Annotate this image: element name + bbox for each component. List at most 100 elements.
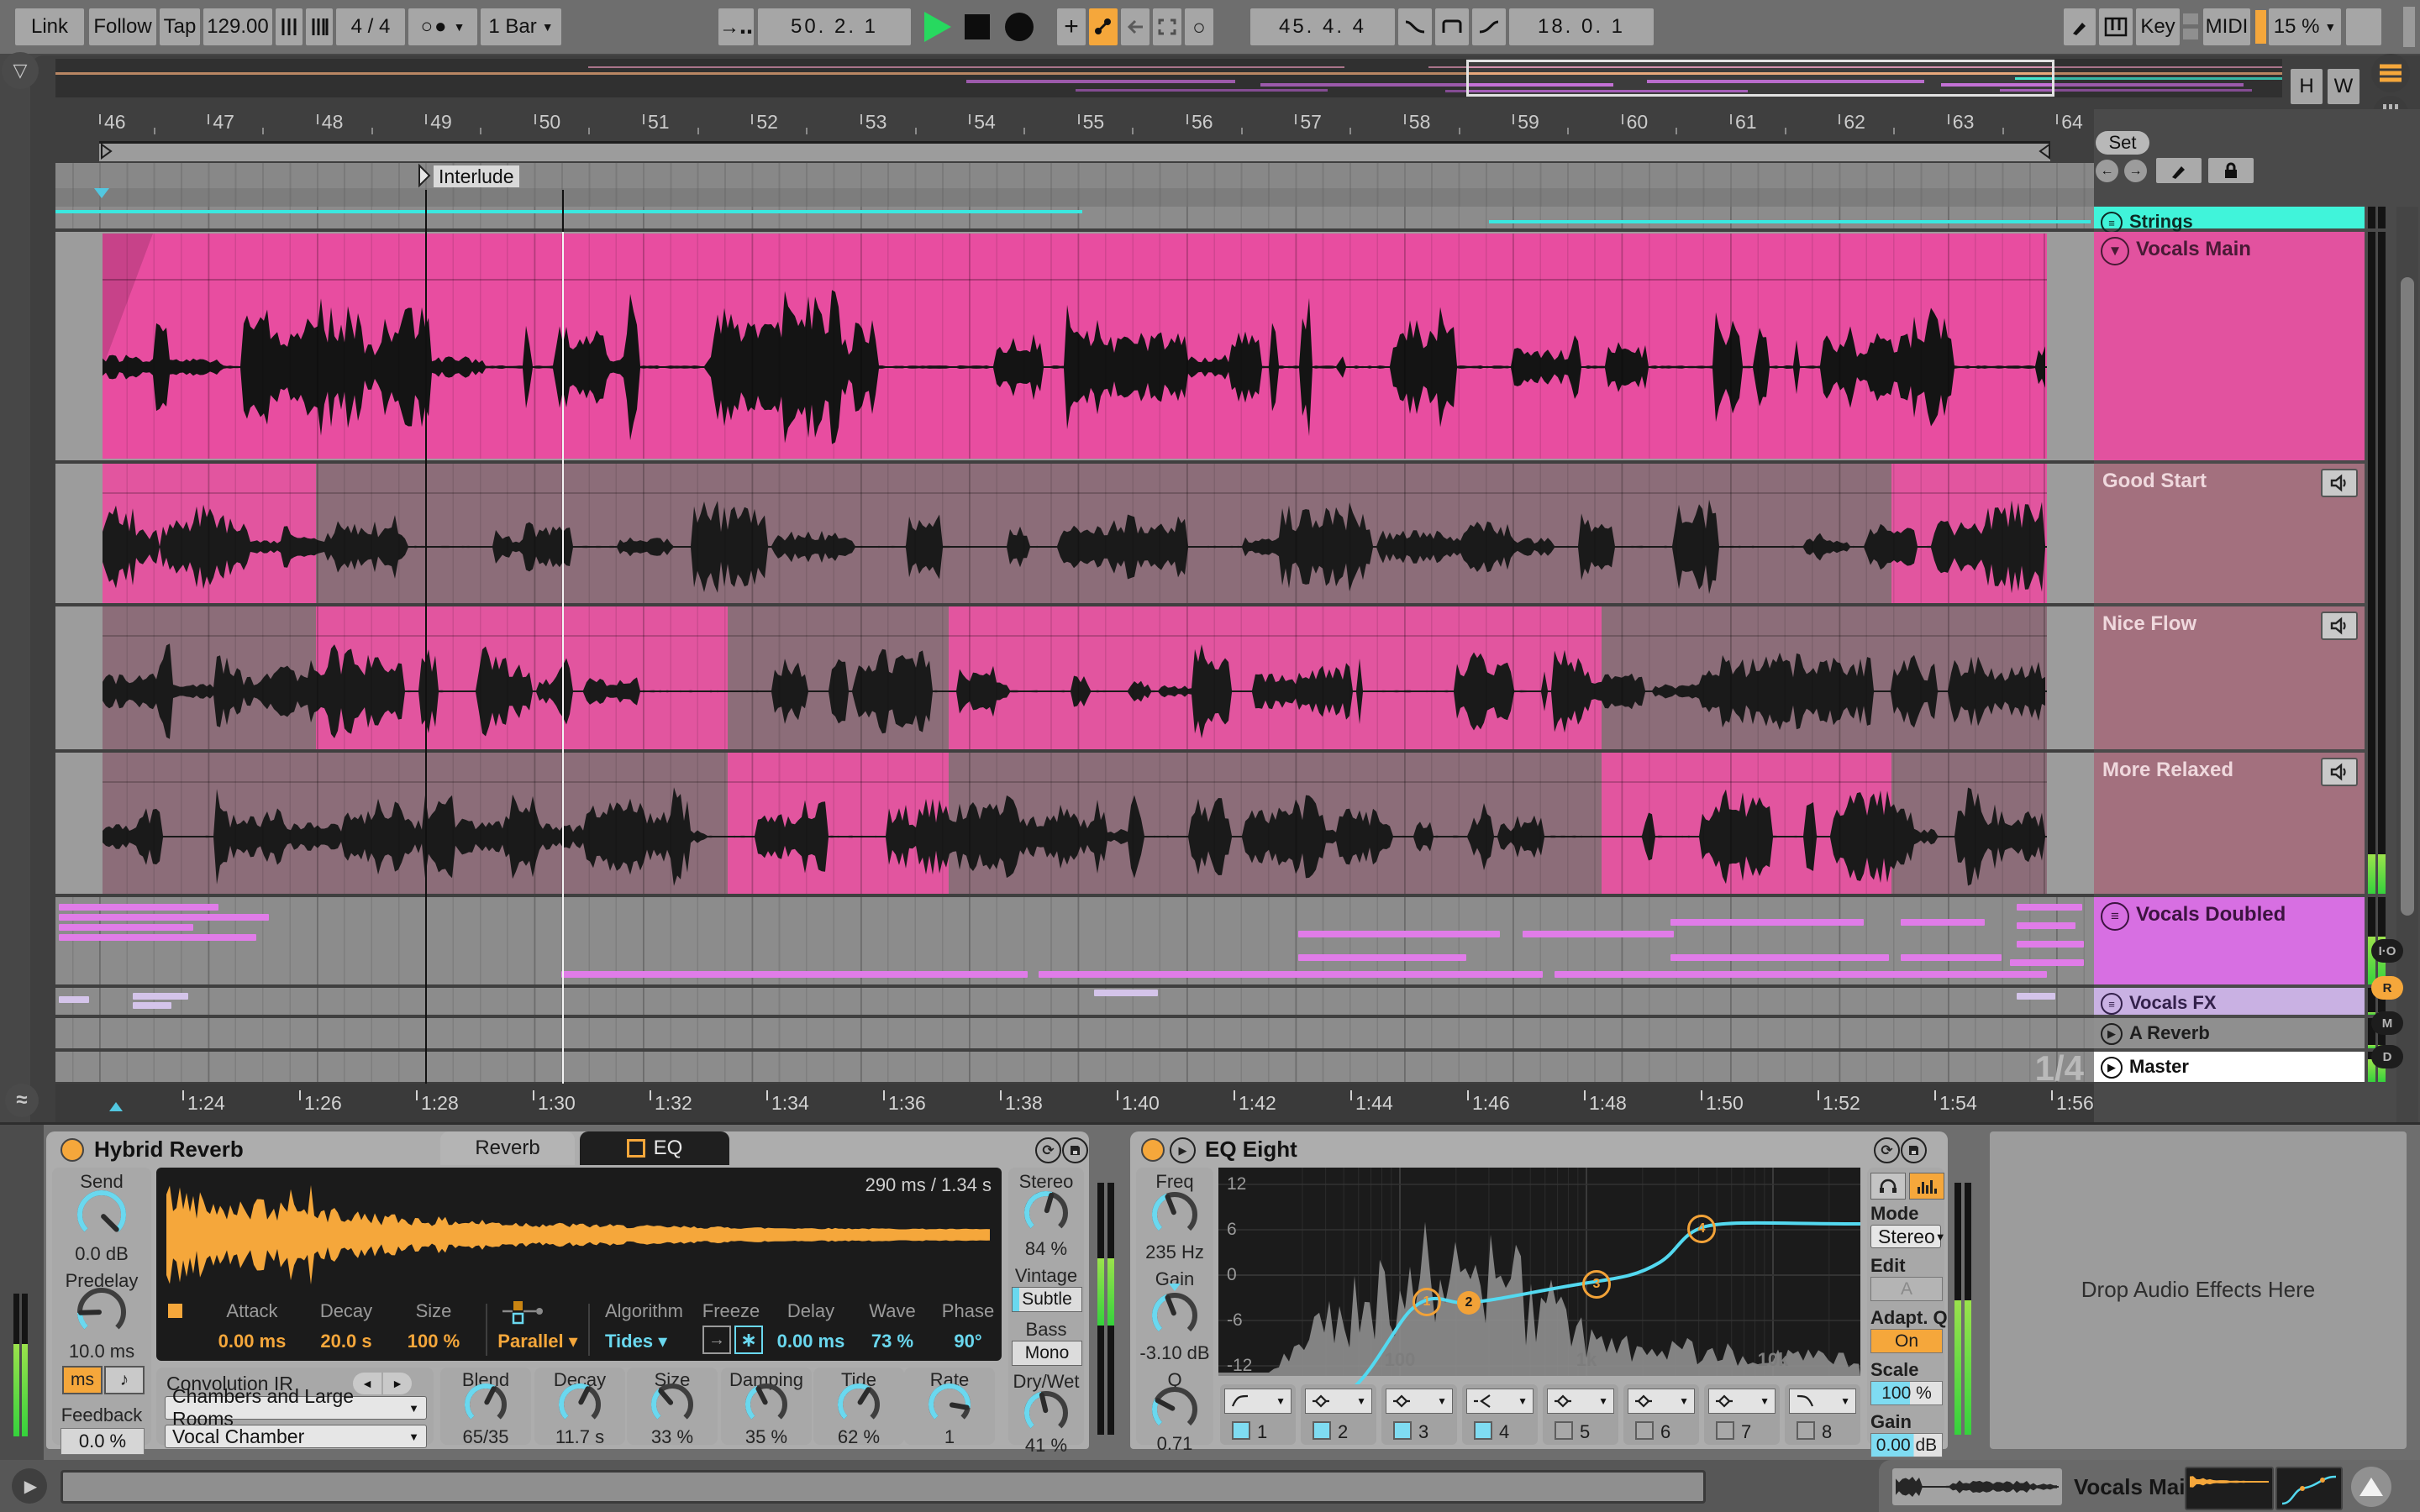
eq-band-node-2[interactable]: 2	[1457, 1291, 1481, 1315]
quantize-menu[interactable]: 1 Bar ▼	[481, 8, 561, 45]
link-button[interactable]: Link	[15, 8, 84, 45]
track-header-vocals-doubled[interactable]: ≡ Vocals Doubled	[2094, 897, 2365, 984]
save-preset-icon[interactable]	[1062, 1137, 1088, 1163]
eq-band-node-1[interactable]: 1	[1413, 1288, 1441, 1316]
arrangement-menu-button[interactable]	[2371, 54, 2410, 92]
insert-marker[interactable]	[94, 188, 109, 198]
decay-knob[interactable]	[555, 1380, 604, 1429]
adapt-q-toggle[interactable]: On	[1870, 1329, 1943, 1353]
follow-button[interactable]: Follow	[89, 8, 156, 45]
eq-band-node-4[interactable]: 4	[1687, 1215, 1716, 1243]
feedback-field[interactable]: 0.0 %	[60, 1428, 145, 1455]
overview-viewport[interactable]	[1466, 60, 2054, 97]
bass-mono-select[interactable]: Mono	[1012, 1341, 1082, 1366]
automation-arm-button[interactable]	[1089, 8, 1118, 45]
eq-band-1-filter-select[interactable]: ▼	[1224, 1389, 1292, 1414]
cpu-meter[interactable]: 15 % ▼	[2269, 8, 2341, 45]
prev-locator-button[interactable]: ←	[2096, 160, 2118, 182]
stop-button[interactable]	[965, 14, 990, 39]
punch-out-button[interactable]	[1472, 8, 1506, 45]
show-time-ruler-button[interactable]: ≈	[5, 1084, 39, 1117]
audition-take-button[interactable]	[2321, 469, 2358, 497]
scrollbar-thumb[interactable]	[2401, 277, 2414, 916]
tide-knob[interactable]	[834, 1380, 883, 1429]
hot-swap-icon[interactable]: ⟳	[1874, 1137, 1900, 1163]
eq-band-3-filter-select[interactable]: ▼	[1386, 1389, 1453, 1414]
phase-value[interactable]: 90°	[913, 1331, 1023, 1352]
track-header-master[interactable]: ▶ Master	[2094, 1052, 2365, 1082]
eq-band-4-filter-select[interactable]: ▼	[1466, 1389, 1534, 1414]
output-gain-field[interactable]: 0.00 dB	[1870, 1433, 1943, 1457]
loop-length-field[interactable]: 18. 0. 1	[1509, 8, 1654, 45]
track-header-vocals-main[interactable]: ▼ Vocals Main	[2094, 232, 2365, 460]
clip-width-button[interactable]: W	[2328, 69, 2360, 104]
marker-row[interactable]	[55, 163, 2094, 188]
device-thumbnail-hybrid-reverb[interactable]	[2185, 1467, 2274, 1510]
nudge-down-button[interactable]	[276, 8, 302, 45]
predelay-knob[interactable]	[74, 1284, 129, 1340]
predelay-ms-toggle[interactable]: ms	[62, 1366, 103, 1394]
edit-ab-button[interactable]: A	[1870, 1277, 1943, 1301]
save-preset-icon[interactable]	[1901, 1137, 1927, 1163]
track-header-vocals-fx[interactable]: ≡ Vocals FX	[2094, 988, 2365, 1015]
eq-band-4-enable-checkbox[interactable]	[1474, 1421, 1492, 1440]
key-map-button[interactable]: Key	[2136, 8, 2180, 45]
drop-audio-effects-zone[interactable]: Drop Audio Effects Here	[1990, 1131, 2407, 1449]
device-on-led[interactable]	[60, 1138, 84, 1162]
clip-height-button[interactable]: H	[2291, 69, 2323, 104]
overdub-button[interactable]: +	[1057, 8, 1086, 45]
midi-map-button[interactable]: MIDI	[2203, 8, 2250, 45]
blend-knob[interactable]	[461, 1380, 510, 1429]
metronome-button[interactable]: ○● ▼	[408, 8, 477, 45]
eq-band-2-enable-checkbox[interactable]	[1313, 1421, 1331, 1440]
session-record-bracket-button[interactable]	[1153, 8, 1181, 45]
vintage-select[interactable]: Subtle	[1012, 1287, 1082, 1312]
send-knob[interactable]	[74, 1187, 129, 1242]
audition-take-button[interactable]	[2321, 612, 2358, 640]
nudge-up-button[interactable]	[306, 8, 333, 45]
device-thumbnail-eq-eight[interactable]	[2275, 1467, 2343, 1510]
eq-band-8-enable-checkbox[interactable]	[1797, 1421, 1815, 1440]
eq-band-5-filter-select[interactable]: ▼	[1547, 1389, 1614, 1414]
capture-midi-button[interactable]: ○	[1185, 8, 1213, 45]
eq-band-1-enable-checkbox[interactable]	[1232, 1421, 1250, 1440]
rate-knob[interactable]	[925, 1380, 974, 1429]
play-button[interactable]	[924, 12, 951, 42]
eq-band-6-filter-select[interactable]: ▼	[1628, 1389, 1695, 1414]
scale-field[interactable]: 100 %	[1870, 1381, 1943, 1405]
freeze-in-button[interactable]: →	[702, 1326, 731, 1354]
tab-eq[interactable]: EQ	[580, 1131, 729, 1165]
computer-midi-keyboard-button[interactable]	[2099, 8, 2133, 45]
preview-play-button[interactable]: ▶	[12, 1468, 47, 1504]
mixer-section-toggle-IO[interactable]: I·O	[2371, 939, 2403, 963]
ir-file-select[interactable]: Vocal Chamber ▼	[165, 1425, 427, 1448]
eq-band-3-enable-checkbox[interactable]	[1393, 1421, 1412, 1440]
eq-band-2-filter-select[interactable]: ▼	[1305, 1389, 1372, 1414]
tap-tempo-button[interactable]: Tap	[160, 8, 200, 45]
mixer-section-toggle-D[interactable]: D	[2371, 1045, 2403, 1068]
eq-band-6-enable-checkbox[interactable]	[1635, 1421, 1654, 1440]
routing-selector[interactable]: Parallel ▾	[479, 1331, 597, 1352]
record-button[interactable]	[1005, 13, 1034, 41]
track-header-a-reverb[interactable]: ▶ A Reverb	[2094, 1018, 2365, 1048]
loop-start-field[interactable]: 45. 4. 4	[1250, 8, 1395, 45]
arrangement-position-field[interactable]: 50. 2. 1	[758, 8, 911, 45]
draw-automation-button[interactable]	[2156, 158, 2202, 183]
draw-mode-button[interactable]	[2064, 8, 2096, 45]
size-knob[interactable]	[648, 1380, 697, 1429]
hot-swap-icon[interactable]: ⟳	[1035, 1137, 1061, 1163]
eq-band-node-3[interactable]: 3	[1582, 1270, 1611, 1299]
ir-size_top-value[interactable]: 100 %	[375, 1331, 492, 1352]
tab-reverb[interactable]: Reverb	[440, 1131, 575, 1165]
device-fold-button[interactable]: ▶	[1170, 1137, 1196, 1163]
show-hide-device-view-button[interactable]	[2351, 1467, 2391, 1507]
loop-switch-button[interactable]	[1435, 8, 1469, 45]
eq-band-7-enable-checkbox[interactable]	[1716, 1421, 1734, 1440]
eq-band-8-filter-select[interactable]: ▼	[1789, 1389, 1856, 1414]
freq-knob[interactable]	[1149, 1189, 1201, 1241]
device-on-led[interactable]	[1141, 1138, 1165, 1162]
stereo-knob[interactable]	[1021, 1188, 1071, 1238]
close-arrangement-overview-button[interactable]: ▽	[2, 52, 39, 89]
algorithm-selector[interactable]: Tides ▾	[605, 1331, 667, 1352]
mixer-section-toggle-M[interactable]: M	[2371, 1011, 2403, 1035]
